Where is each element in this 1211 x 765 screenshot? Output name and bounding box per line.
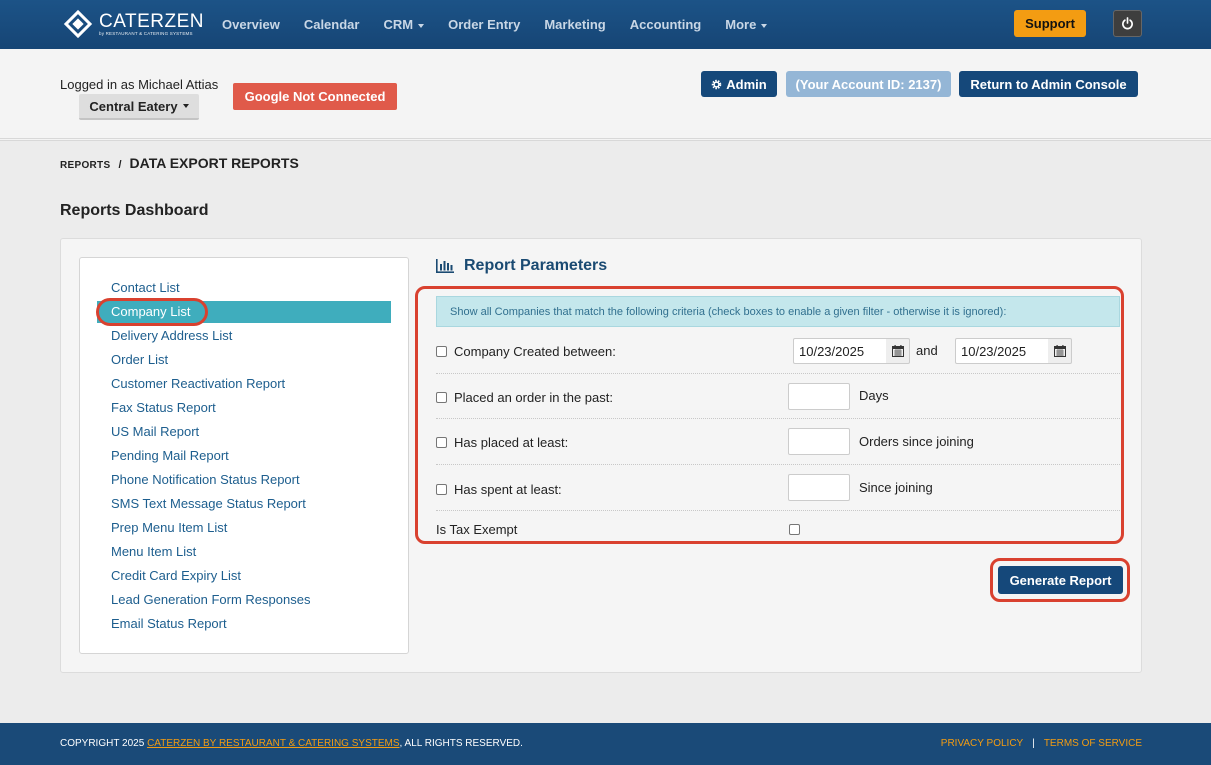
top-navbar: CATERZEN by RESTAURANT & CATERING SYSTEM… — [0, 0, 1211, 49]
tax-exempt-label: Is Tax Exempt — [436, 522, 518, 537]
page-title: Reports Dashboard — [60, 202, 209, 219]
placed-at-least-filter[interactable]: Has placed at least: — [436, 435, 568, 450]
brand-tagline: by RESTAURANT & CATERING SYSTEMS — [99, 30, 193, 36]
breadcrumb-separator: / — [118, 159, 122, 171]
nav-more[interactable]: More — [713, 17, 779, 32]
nav-calendar[interactable]: Calendar — [292, 17, 372, 32]
row-divider — [436, 418, 1120, 419]
report-contact-list[interactable]: Contact List — [111, 280, 180, 295]
admin-button[interactable]: Admin — [701, 71, 777, 97]
company-created-label: Company Created between: — [454, 344, 616, 359]
report-lead-generation-responses[interactable]: Lead Generation Form Responses — [111, 592, 310, 607]
calendar-icon — [1053, 345, 1066, 357]
report-prep-menu-item-list[interactable]: Prep Menu Item List — [111, 520, 227, 535]
placed-order-checkbox[interactable] — [436, 392, 447, 403]
date-from-calendar-button[interactable] — [886, 338, 910, 364]
spent-at-least-label: Has spent at least: — [454, 482, 562, 497]
spent-at-least-filter[interactable]: Has spent at least: — [436, 482, 562, 497]
location-dropdown[interactable]: Central Eatery — [79, 94, 199, 120]
power-icon — [1122, 17, 1133, 30]
row-divider — [436, 510, 1120, 511]
report-sms-status[interactable]: SMS Text Message Status Report — [111, 496, 306, 511]
and-label: and — [916, 343, 938, 358]
orders-since-label: Orders since joining — [859, 434, 974, 449]
footer-separator: | — [1032, 738, 1035, 749]
report-menu-item-list[interactable]: Menu Item List — [111, 544, 196, 559]
support-button[interactable]: Support — [1014, 10, 1086, 37]
nav-more-label: More — [725, 17, 757, 32]
breadcrumb-current: DATA EXPORT REPORTS — [129, 155, 299, 171]
date-to-input[interactable]: 10/23/2025 — [955, 338, 1049, 364]
report-list: Contact List Company List Delivery Addre… — [79, 257, 409, 654]
days-input[interactable] — [788, 383, 850, 410]
report-phone-notification-status[interactable]: Phone Notification Status Report — [111, 472, 300, 487]
bar-chart-icon — [436, 259, 454, 273]
generate-report-button[interactable]: Generate Report — [998, 566, 1123, 594]
date-from-input[interactable]: 10/23/2025 — [793, 338, 887, 364]
terms-of-service-link[interactable]: TERMS OF SERVICE — [1044, 738, 1142, 749]
account-id-button[interactable]: (Your Account ID: 2137) — [786, 71, 951, 97]
report-parameters-title: Report Parameters — [464, 257, 608, 274]
google-status-button[interactable]: Google Not Connected — [233, 83, 397, 110]
placed-order-label: Placed an order in the past: — [454, 390, 613, 405]
report-email-status[interactable]: Email Status Report — [111, 616, 227, 631]
breadcrumb-reports[interactable]: REPORTS — [60, 160, 110, 171]
nav-crm[interactable]: CRM — [371, 17, 436, 32]
company-created-checkbox[interactable] — [436, 346, 447, 357]
breadcrumb: REPORTS / DATA EXPORT REPORTS — [60, 155, 299, 171]
nav-overview[interactable]: Overview — [210, 17, 292, 32]
placed-order-filter[interactable]: Placed an order in the past: — [436, 390, 613, 405]
spent-at-least-checkbox[interactable] — [436, 484, 447, 495]
placed-at-least-label: Has placed at least: — [454, 435, 569, 450]
caterzen-logo-icon — [63, 9, 93, 39]
row-divider — [436, 464, 1120, 465]
report-order-list[interactable]: Order List — [111, 352, 168, 367]
caret-down-icon — [761, 23, 768, 28]
report-credit-card-expiry[interactable]: Credit Card Expiry List — [111, 568, 241, 583]
copyright-text: COPYRIGHT 2025 CATERZEN BY RESTAURANT & … — [60, 738, 523, 749]
calendar-icon — [891, 345, 904, 357]
row-divider — [436, 373, 1120, 374]
report-pending-mail[interactable]: Pending Mail Report — [111, 448, 229, 463]
privacy-policy-link[interactable]: PRIVACY POLICY — [941, 738, 1023, 749]
caterzen-logo[interactable]: CATERZEN by RESTAURANT & CATERING SYSTEM… — [63, 9, 204, 39]
report-us-mail[interactable]: US Mail Report — [111, 424, 199, 439]
copyright-suffix: , ALL RIGHTS RESERVED. — [399, 738, 523, 749]
report-fax-status[interactable]: Fax Status Report — [111, 400, 216, 415]
date-to-calendar-button[interactable] — [1048, 338, 1072, 364]
company-created-filter[interactable]: Company Created between: — [436, 344, 616, 359]
brand-name: CATERZEN — [99, 10, 204, 32]
return-admin-console-button[interactable]: Return to Admin Console — [959, 71, 1138, 97]
since-joining-label: Since joining — [859, 480, 933, 495]
report-customer-reactivation[interactable]: Customer Reactivation Report — [111, 376, 285, 391]
footer: COPYRIGHT 2025 CATERZEN BY RESTAURANT & … — [0, 723, 1211, 765]
nav-accounting[interactable]: Accounting — [618, 17, 714, 32]
account-header: Logged in as Michael Attias Central Eate… — [0, 49, 1211, 141]
report-company-list[interactable]: Company List — [111, 304, 190, 319]
footer-links: PRIVACY POLICY | TERMS OF SERVICE — [941, 738, 1142, 749]
location-label: Central Eatery — [89, 98, 178, 114]
spent-amount-input[interactable] — [788, 474, 850, 501]
nav-marketing[interactable]: Marketing — [532, 17, 617, 32]
nav-crm-label: CRM — [383, 17, 414, 32]
report-parameters-heading: Report Parameters — [436, 257, 607, 275]
admin-label: Admin — [726, 76, 767, 92]
tax-exempt-checkbox[interactable] — [789, 524, 800, 535]
criteria-info-bar: Show all Companies that match the follow… — [436, 296, 1120, 327]
logged-in-text: Logged in as Michael Attias — [60, 77, 219, 92]
days-label: Days — [859, 388, 889, 403]
nav-order-entry[interactable]: Order Entry — [436, 17, 532, 32]
company-link[interactable]: CATERZEN BY RESTAURANT & CATERING SYSTEM… — [147, 738, 399, 749]
caret-down-icon — [182, 104, 189, 108]
gear-icon — [711, 79, 722, 89]
main-nav: Overview Calendar CRM Order Entry Market… — [210, 0, 779, 49]
copyright-prefix: COPYRIGHT 2025 — [60, 738, 148, 749]
caret-down-icon — [418, 23, 425, 28]
placed-at-least-checkbox[interactable] — [436, 437, 447, 448]
report-delivery-address-list[interactable]: Delivery Address List — [111, 328, 232, 343]
logout-button[interactable] — [1113, 10, 1142, 37]
orders-count-input[interactable] — [788, 428, 850, 455]
